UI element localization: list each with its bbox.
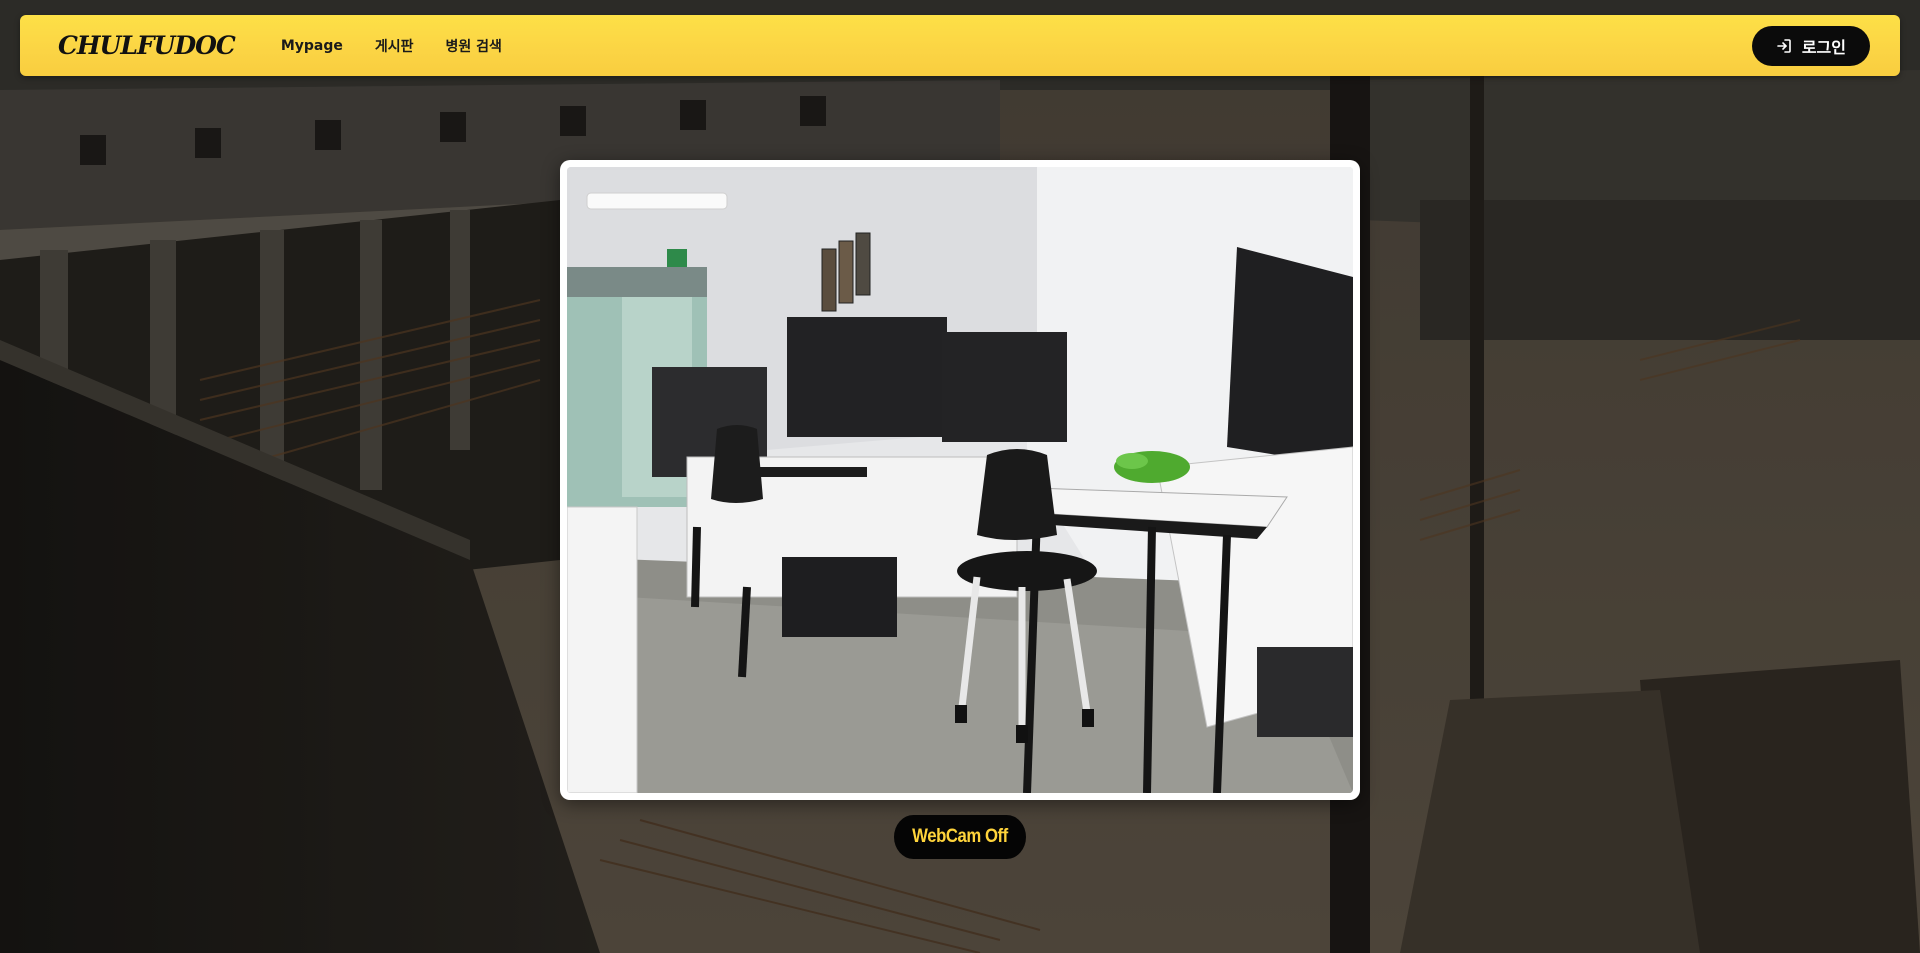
webcam-toggle-button[interactable]: WebCam Off (894, 815, 1026, 859)
nav-link-hospital-search[interactable]: 병원 검색 (446, 36, 502, 56)
login-button[interactable]: 로그인 (1751, 25, 1870, 66)
login-arrow-icon (1776, 38, 1792, 54)
site-logo[interactable]: CHULFUDOC (58, 31, 236, 60)
webcam-frame (560, 160, 1360, 800)
nav-link-board[interactable]: 게시판 (375, 36, 414, 56)
nav-link-mypage[interactable]: Mypage (281, 38, 343, 54)
webcam-video-feed (567, 167, 1353, 793)
login-button-label: 로그인 (1801, 37, 1846, 57)
nav-links: Mypage 게시판 병원 검색 (281, 36, 502, 56)
top-navbar: CHULFUDOC Mypage 게시판 병원 검색 로그인 (20, 15, 1900, 76)
